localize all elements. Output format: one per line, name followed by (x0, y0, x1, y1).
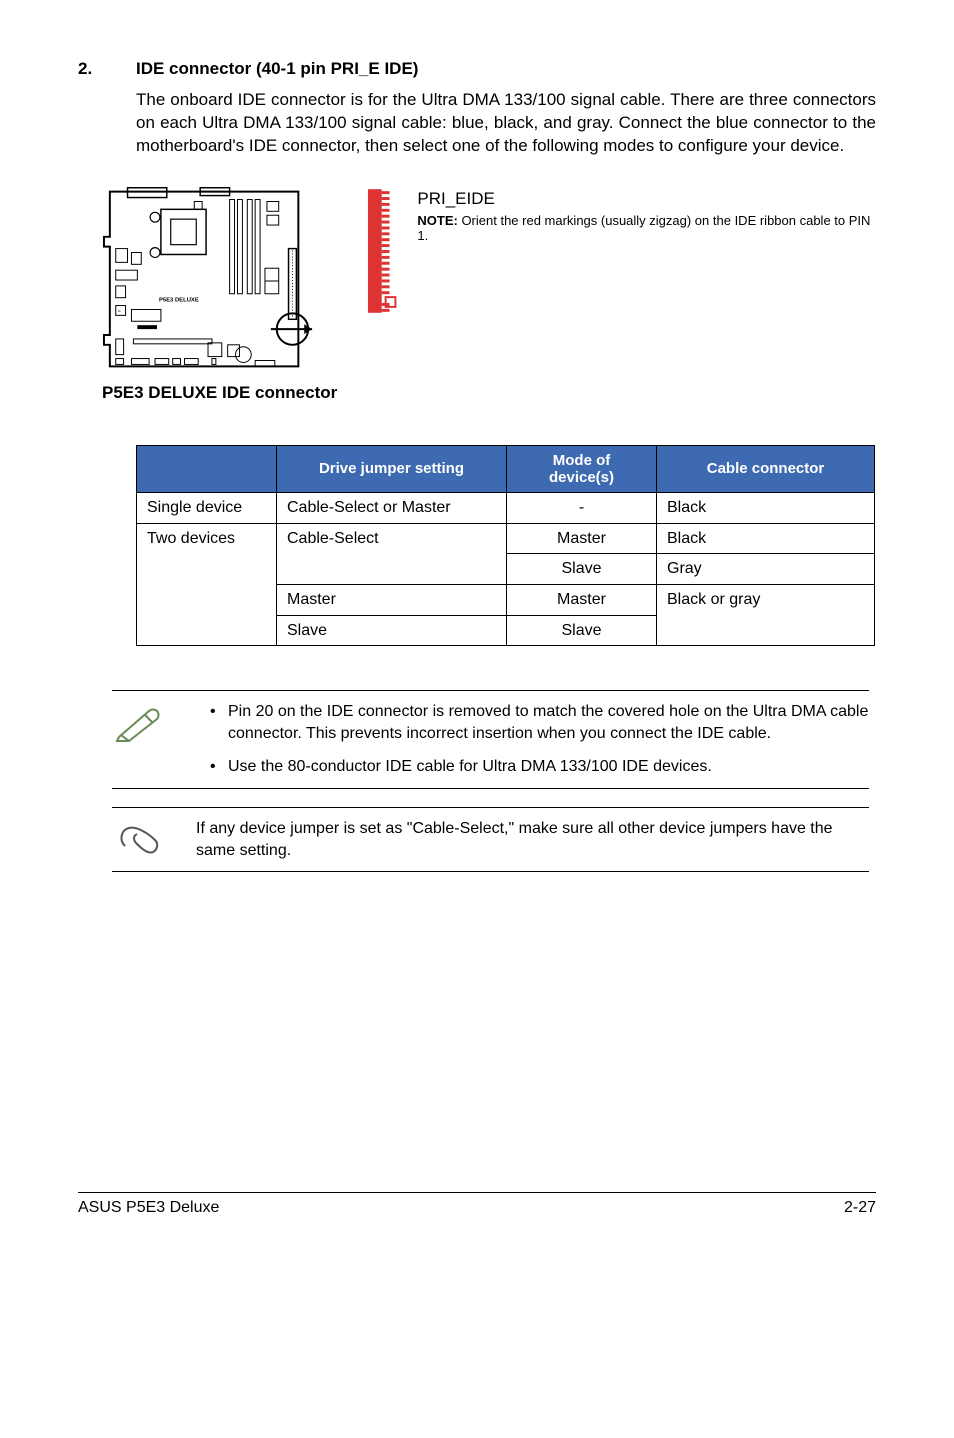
section-number: 2. (78, 58, 136, 81)
table-row: Single device Cable-Select or Master - B… (137, 493, 875, 524)
note-bullet: Use the 80-conductor IDE cable for Ultra… (210, 756, 869, 778)
table-header-drive: Drive jumper setting (277, 445, 507, 493)
section-body: The onboard IDE connector is for the Ult… (136, 89, 876, 158)
footer-left: ASUS P5E3 Deluxe (78, 1197, 219, 1219)
tip-paperclip-icon (115, 820, 165, 860)
diagram-caption: P5E3 DELUXE IDE connector (102, 382, 876, 405)
table-header-mode: Mode ofdevice(s) (507, 445, 657, 493)
tip-text: If any device jumper is set as "Cable-Se… (192, 818, 869, 861)
table-header-empty (137, 445, 277, 493)
jumper-settings-table: Drive jumper setting Mode ofdevice(s) Ca… (136, 445, 875, 646)
ide-connector-icon (366, 186, 397, 316)
section-title: IDE connector (40-1 pin PRI_E IDE) (136, 58, 418, 81)
footer-page-number: 2-27 (844, 1197, 876, 1219)
motherboard-diagram-icon: P5E3 DELUXE ▫ (102, 186, 318, 376)
note-pencil-icon (115, 703, 165, 743)
note-bullet: Pin 20 on the IDE connector is removed t… (210, 701, 869, 744)
board-label: P5E3 DELUXE (159, 297, 199, 303)
connector-name: PRI_EIDE (417, 188, 876, 211)
connector-note: NOTE: Orient the red markings (usually z… (417, 213, 876, 244)
svg-text:▫: ▫ (118, 306, 121, 315)
table-row: Two devices Cable-Select Master Black (137, 523, 875, 554)
table-header-cable: Cable connector (657, 445, 875, 493)
